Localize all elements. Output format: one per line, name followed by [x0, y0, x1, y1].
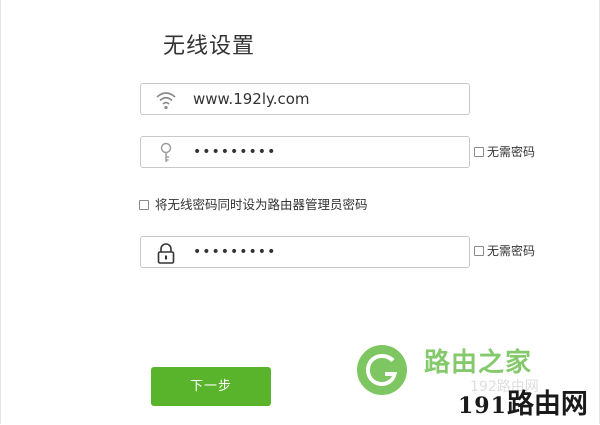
next-step-button[interactable]: 下一步 — [151, 367, 271, 406]
lock-icon — [155, 242, 177, 264]
wifi-no-password-option[interactable]: 无需密码 — [474, 145, 535, 159]
wifi-password-field[interactable]: ••••••••• — [140, 136, 470, 168]
admin-no-password-label: 无需密码 — [487, 244, 536, 258]
key-icon — [155, 142, 177, 164]
wifi-no-password-checkbox[interactable] — [474, 146, 484, 157]
admin-password-value: ••••••••• — [193, 244, 277, 260]
admin-no-password-checkbox[interactable] — [474, 245, 484, 256]
wifi-icon — [155, 89, 177, 111]
wifi-password-value: ••••••••• — [193, 144, 277, 160]
left-border — [0, 0, 1, 424]
wifi-no-password-label: 无需密码 — [487, 145, 536, 159]
wifi-name-value: www.192ly.com — [193, 90, 310, 108]
page-title: 无线设置 — [163, 34, 256, 59]
watermark-site-name: 路由网 — [506, 389, 588, 420]
watermark-logo-icon — [355, 344, 409, 396]
watermark-text-primary: 路由之家 — [424, 348, 533, 378]
wifi-name-field[interactable]: www.192ly.com — [140, 83, 470, 115]
sync-admin-password-option[interactable]: 将无线密码同时设为路由器管理员密码 — [139, 198, 368, 212]
admin-password-field[interactable]: ••••••••• — [140, 236, 470, 268]
sync-admin-password-checkbox[interactable] — [139, 199, 149, 210]
watermark-number: 191 — [458, 393, 507, 419]
sync-admin-password-label: 将无线密码同时设为路由器管理员密码 — [155, 197, 368, 212]
watermark-text-secondary: 191路由网 — [458, 388, 588, 425]
admin-no-password-option[interactable]: 无需密码 — [474, 244, 535, 258]
